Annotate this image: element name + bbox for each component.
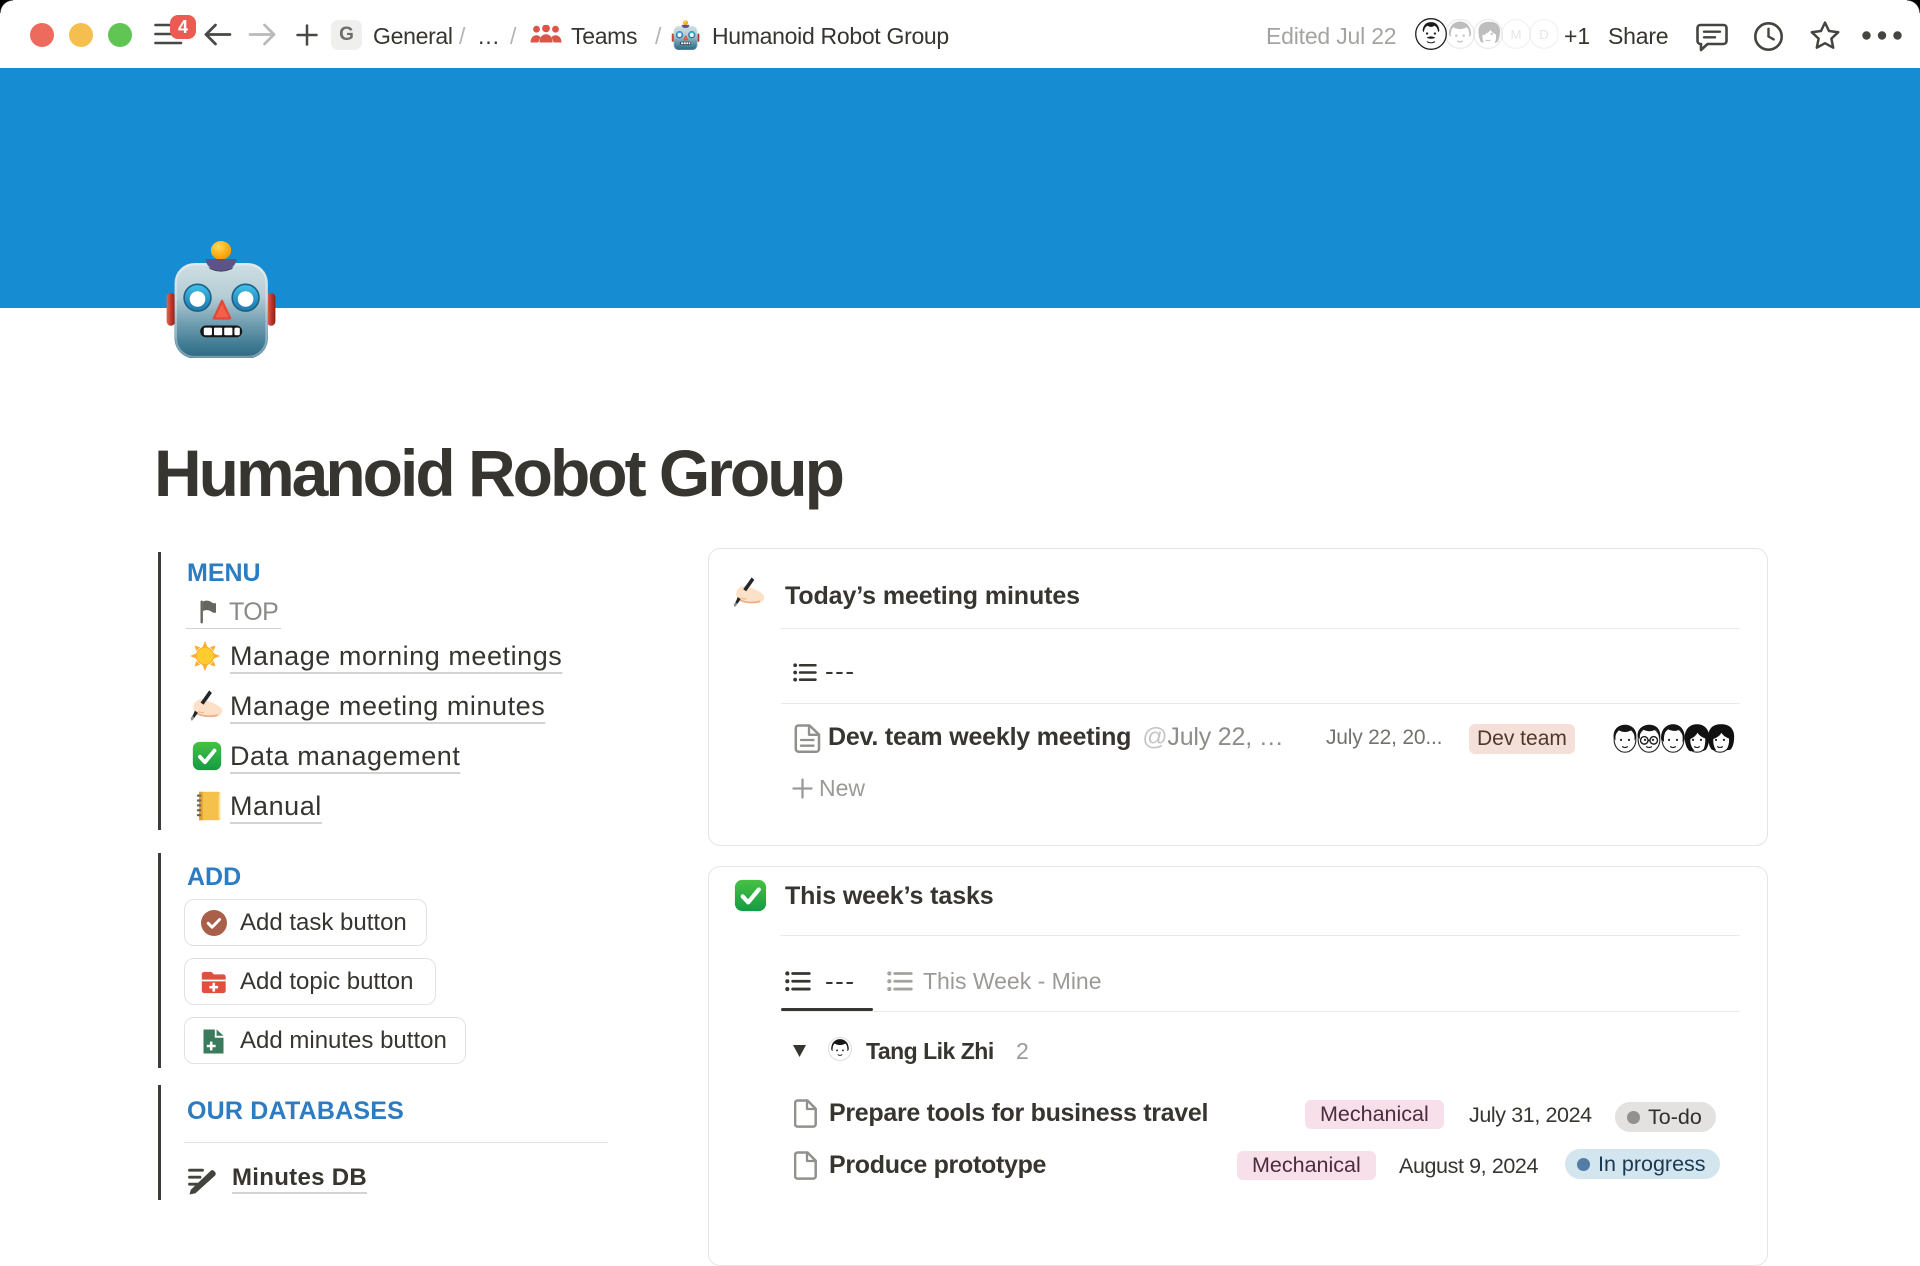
svg-text:M: M: [1510, 27, 1521, 42]
svg-text:D: D: [1539, 27, 1549, 42]
